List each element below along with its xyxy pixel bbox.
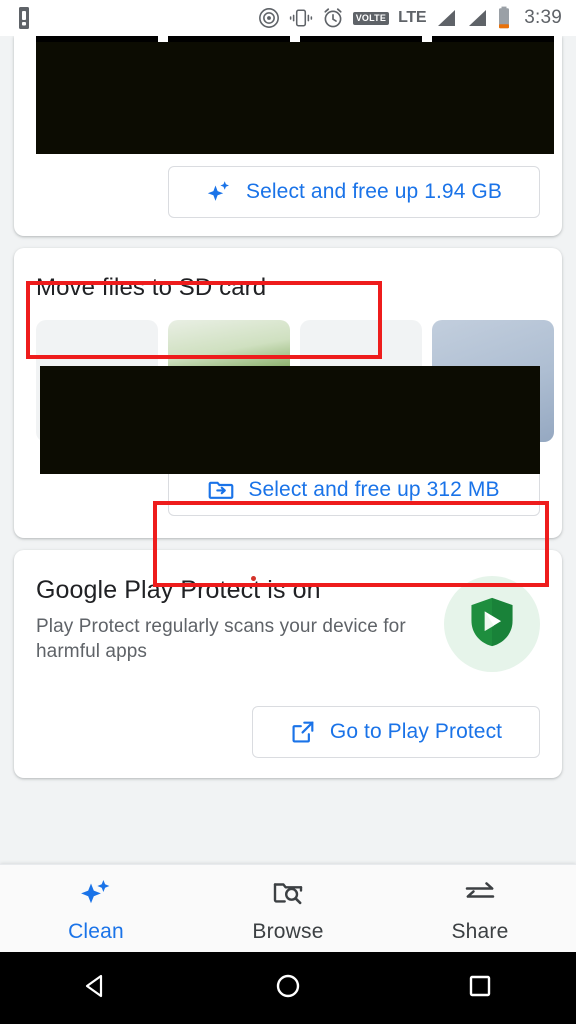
cast-icon — [258, 7, 280, 29]
battery-alert-icon — [16, 6, 32, 30]
junk-action-row: Select and free up 1.94 GB — [14, 148, 562, 236]
play-protect-badge — [444, 576, 540, 672]
vibrate-icon — [289, 8, 313, 28]
circle-home-icon — [272, 970, 304, 1007]
network-type-label: LTE — [398, 9, 427, 26]
play-protect-title: Google Play Protect is on — [36, 576, 321, 604]
battery-icon — [497, 6, 511, 30]
status-bar-right: VOLTE LTE 3:39 — [258, 6, 562, 30]
bottom-tab-bar: Clean Browse Share — [0, 864, 576, 952]
tab-label: Share — [451, 920, 509, 943]
play-protect-header: Google Play Protect is on Play Protect r… — [14, 550, 562, 672]
volte-icon: VOLTE — [352, 11, 390, 25]
nav-back-button[interactable] — [0, 970, 192, 1007]
folder-search-icon — [271, 877, 305, 914]
alarm-icon — [322, 7, 344, 29]
redaction-bar — [36, 42, 554, 154]
tab-label: Clean — [68, 920, 124, 943]
signal-icon — [435, 8, 457, 28]
button-label: Select and free up 1.94 GB — [246, 180, 502, 203]
signal-icon — [466, 8, 488, 28]
android-nav-bar — [0, 952, 576, 1024]
tab-share[interactable]: Share — [384, 865, 576, 952]
play-protect-shield-icon — [463, 593, 521, 656]
phone-screen: VOLTE LTE 3:39 Select and free up 1.94 G… — [0, 0, 576, 1024]
sparkle-icon — [206, 179, 232, 205]
status-bar-clock: 3:39 — [524, 7, 562, 28]
swap-arrows-icon — [462, 877, 498, 914]
annotation-dot — [251, 576, 256, 581]
nav-recents-button[interactable] — [384, 970, 576, 1007]
square-recents-icon — [464, 970, 496, 1007]
status-bar: VOLTE LTE 3:39 — [0, 0, 576, 36]
select-and-free-up-junk-button[interactable]: Select and free up 1.94 GB — [168, 166, 540, 218]
tab-browse[interactable]: Browse — [192, 865, 384, 952]
status-bar-left — [16, 6, 32, 30]
button-label: Go to Play Protect — [329, 720, 503, 743]
play-protect-action-row: Go to Play Protect — [14, 672, 562, 778]
play-protect-text: Google Play Protect is on Play Protect r… — [36, 576, 444, 672]
tab-label: Browse — [252, 920, 324, 943]
open-in-new-icon — [290, 719, 316, 745]
button-label: Select and free up 312 MB — [248, 478, 500, 501]
nav-home-button[interactable] — [192, 970, 384, 1007]
folder-move-icon — [208, 477, 234, 503]
triangle-back-icon — [80, 970, 112, 1007]
card-title-move-files: Move files to SD card — [36, 274, 267, 301]
go-to-play-protect-button[interactable]: Go to Play Protect — [252, 706, 540, 758]
card-play-protect: Google Play Protect is on Play Protect r… — [14, 550, 562, 778]
sparkle-icon — [78, 877, 114, 914]
tab-clean[interactable]: Clean — [0, 865, 192, 952]
redaction-bar — [40, 366, 540, 474]
play-protect-subtitle: Play Protect regularly scans your device… — [36, 616, 406, 663]
